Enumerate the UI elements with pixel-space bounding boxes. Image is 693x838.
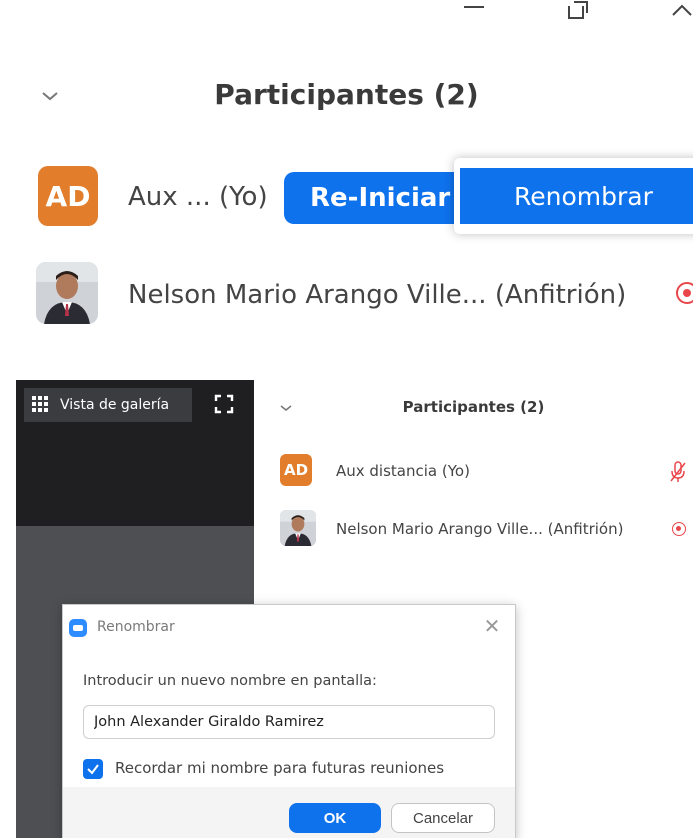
- zoomed-participants-panel: Participantes (2) AD Aux ... (Yo) Re-Ini…: [0, 0, 693, 330]
- muted-mic-icon[interactable]: [668, 460, 688, 484]
- avatar: AD: [280, 454, 312, 486]
- close-icon[interactable]: ✕: [481, 615, 503, 637]
- gallery-view-label: Vista de galería: [60, 397, 170, 413]
- chevron-up-icon[interactable]: [670, 0, 693, 25]
- avatar-photo: [280, 510, 316, 546]
- new-name-input[interactable]: [83, 705, 495, 739]
- rename-dialog: Renombrar ✕ Introducir un nuevo nombre e…: [62, 604, 516, 838]
- participant-name-self: Aux ... (Yo): [128, 182, 268, 212]
- meeting-window: Vista de galería Participantes (2) AD Au…: [16, 380, 693, 838]
- gallery-view-button[interactable]: Vista de galería: [24, 388, 192, 422]
- ok-button[interactable]: OK: [289, 803, 381, 833]
- menu-item-renombrar[interactable]: Renombrar: [460, 168, 693, 224]
- remember-name-label[interactable]: Recordar mi nombre para futuras reunione…: [115, 759, 444, 777]
- participant-name-host: Nelson Mario Arango Ville... (Anfitrión): [128, 280, 627, 310]
- recording-icon: [676, 282, 693, 304]
- fullscreen-icon[interactable]: [214, 394, 234, 414]
- participant-name-host: Nelson Mario Arango Ville... (Anfitrión): [336, 520, 624, 538]
- zoom-logo-icon: [69, 619, 87, 637]
- panel-title: Participantes (2): [214, 78, 479, 111]
- avatar-photo: [36, 262, 98, 324]
- rename-prompt-label: Introducir un nuevo nombre en pantalla:: [83, 673, 377, 689]
- recording-icon: [672, 522, 686, 536]
- more-options-menu: Renombrar: [454, 158, 693, 234]
- minimize-icon[interactable]: [462, 0, 486, 22]
- cancel-button[interactable]: Cancelar: [391, 803, 495, 833]
- avatar: AD: [38, 166, 98, 226]
- grid-icon: [32, 396, 50, 414]
- dialog-title: Renombrar: [97, 619, 175, 635]
- remember-name-checkbox[interactable]: [83, 759, 103, 779]
- checkmark-icon: [87, 764, 99, 775]
- participant-name-self: Aux distancia (Yo): [336, 462, 470, 480]
- panel-title: Participantes (2): [402, 398, 545, 416]
- restore-icon[interactable]: [566, 0, 590, 25]
- video-header: Vista de galería: [16, 380, 254, 526]
